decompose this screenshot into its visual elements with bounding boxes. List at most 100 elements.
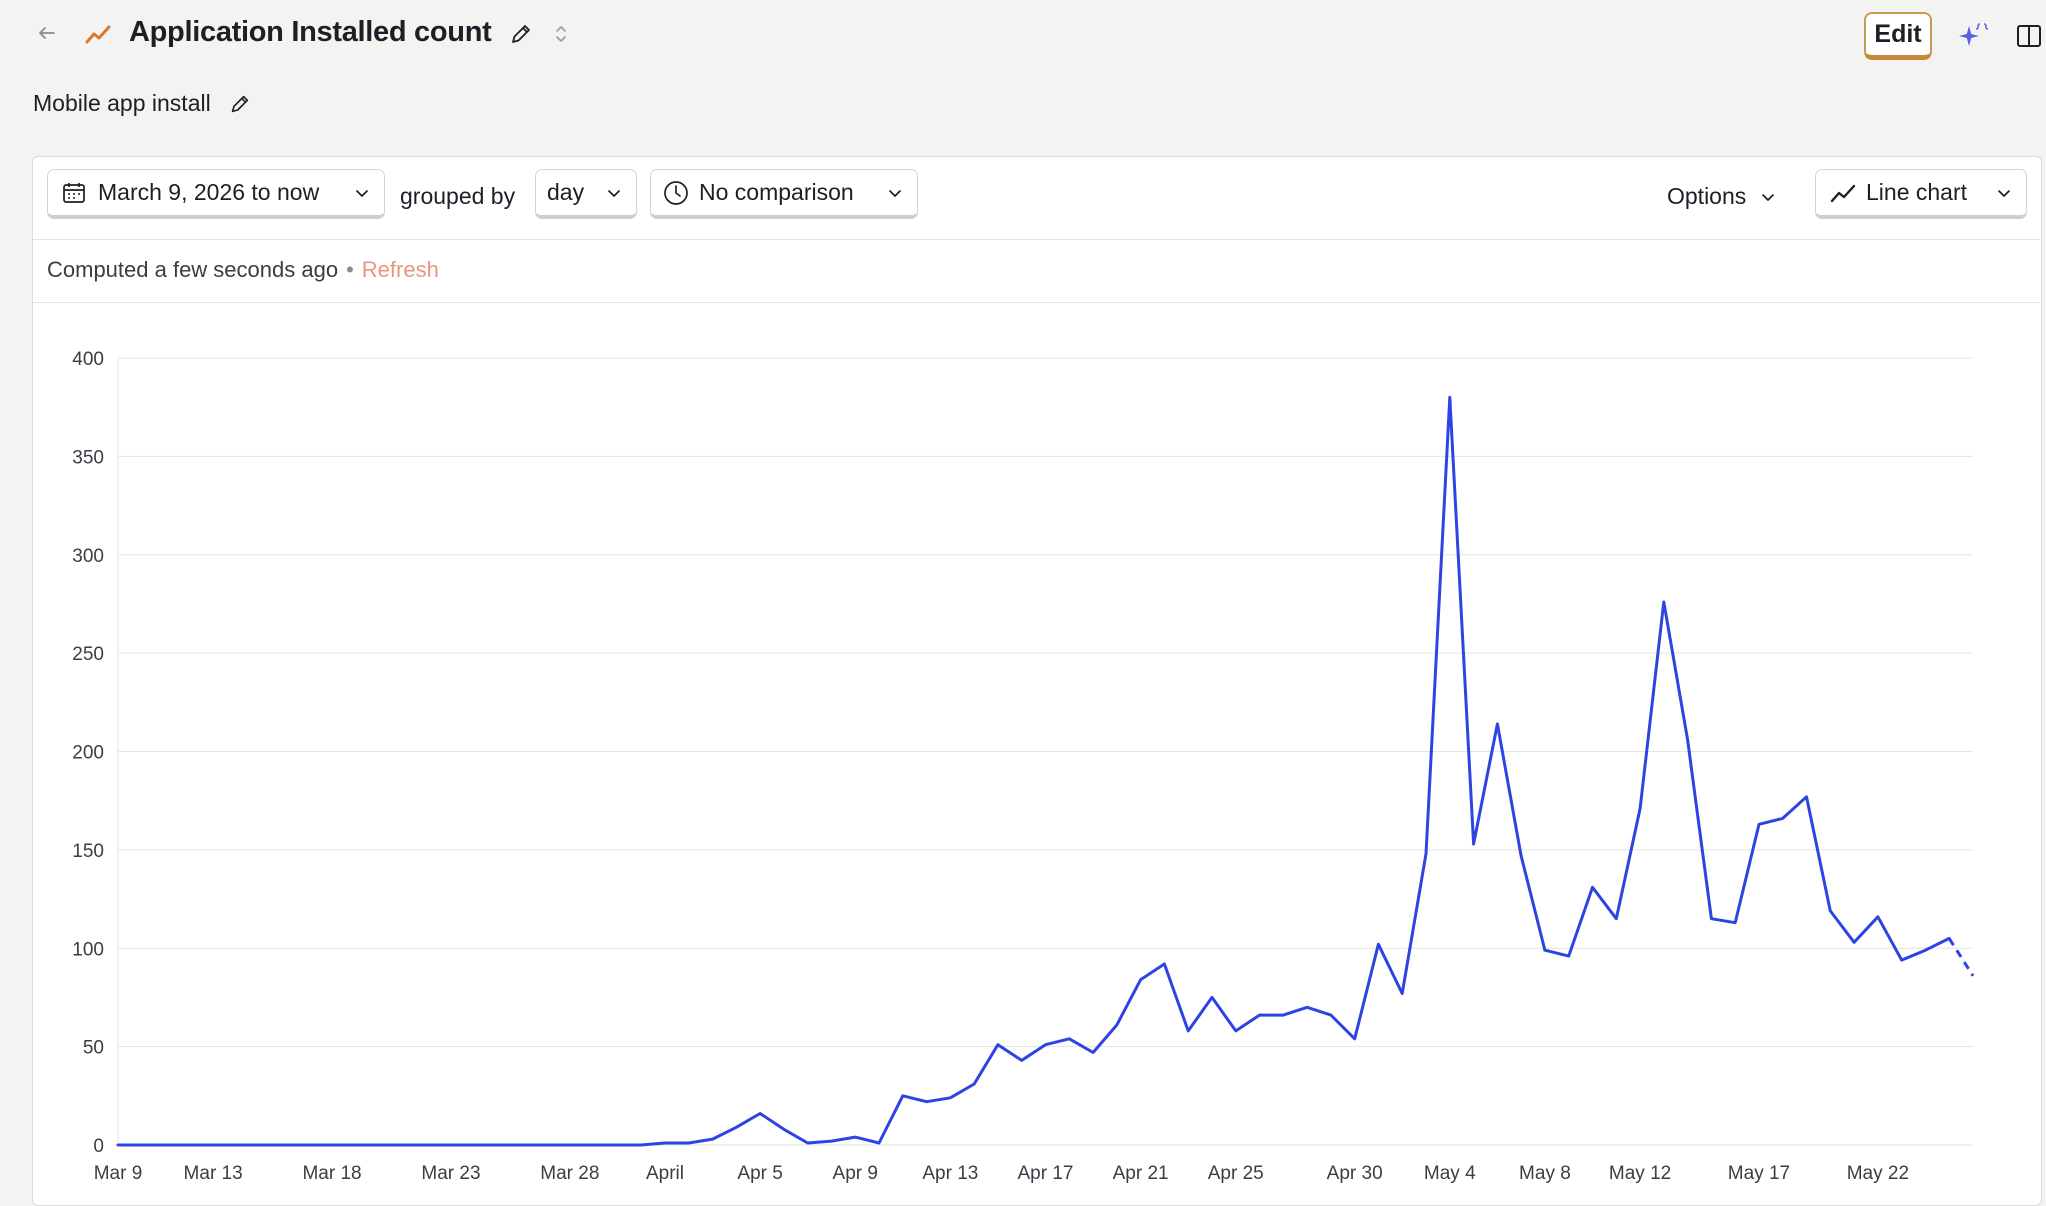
data-point[interactable] (1848, 936, 1860, 948)
data-point[interactable] (1919, 944, 1931, 956)
data-point[interactable] (1016, 1054, 1028, 1066)
edit-button[interactable]: Edit (1864, 12, 1932, 60)
data-point[interactable] (469, 1139, 481, 1151)
data-point[interactable] (326, 1139, 338, 1151)
data-point[interactable] (231, 1139, 243, 1151)
data-point[interactable] (1325, 1009, 1337, 1021)
data-point[interactable] (683, 1137, 695, 1149)
data-point[interactable] (1610, 913, 1622, 925)
data-point[interactable] (1372, 938, 1384, 950)
data-point[interactable] (1539, 944, 1551, 956)
series-line-incomplete[interactable] (1947, 937, 1975, 977)
data-point[interactable] (1824, 905, 1836, 917)
data-point[interactable] (350, 1139, 362, 1151)
data-point[interactable] (802, 1137, 814, 1149)
data-point[interactable] (207, 1139, 219, 1151)
data-point[interactable] (1801, 791, 1813, 803)
y-tick-label: 150 (72, 841, 104, 862)
data-point[interactable] (921, 1096, 933, 1108)
data-point[interactable] (183, 1139, 195, 1151)
data-point[interactable] (1396, 988, 1408, 1000)
data-point[interactable] (1967, 970, 1979, 982)
data-point[interactable] (136, 1139, 148, 1151)
data-point[interactable] (1658, 596, 1670, 608)
options-menu[interactable]: Options (1667, 183, 1776, 210)
data-point[interactable] (1563, 950, 1575, 962)
data-point[interactable] (1158, 958, 1170, 970)
side-panel-icon[interactable] (2016, 24, 2042, 48)
data-point[interactable] (611, 1139, 623, 1151)
data-point[interactable] (873, 1137, 885, 1149)
data-point[interactable] (1254, 1009, 1266, 1021)
data-point[interactable] (707, 1133, 719, 1145)
data-point[interactable] (1111, 1019, 1123, 1031)
data-point[interactable] (540, 1139, 552, 1151)
data-point[interactable] (1277, 1009, 1289, 1021)
data-point[interactable] (516, 1139, 528, 1151)
data-point[interactable] (255, 1139, 267, 1151)
data-point[interactable] (1040, 1039, 1052, 1051)
data-point[interactable] (1063, 1033, 1075, 1045)
data-point[interactable] (730, 1121, 742, 1133)
data-point[interactable] (635, 1139, 647, 1151)
data-point[interactable] (944, 1092, 956, 1104)
data-point[interactable] (1491, 718, 1503, 730)
data-point[interactable] (1753, 818, 1765, 830)
data-point[interactable] (992, 1039, 1004, 1051)
x-tick-label: May 4 (1424, 1163, 1476, 1184)
data-point[interactable] (278, 1139, 290, 1151)
data-point[interactable] (493, 1139, 505, 1151)
data-point[interactable] (659, 1137, 671, 1149)
data-point[interactable] (564, 1139, 576, 1151)
refresh-link[interactable]: Refresh (362, 257, 439, 282)
sparkle-ai-icon[interactable] (1956, 18, 1992, 54)
series-line[interactable] (116, 395, 1951, 1147)
x-tick-label: May 22 (1847, 1163, 1909, 1184)
data-point[interactable] (1777, 812, 1789, 824)
data-point[interactable] (1705, 913, 1717, 925)
data-point[interactable] (778, 1123, 790, 1135)
data-point[interactable] (1230, 1025, 1242, 1037)
data-point[interactable] (1729, 917, 1741, 929)
data-point[interactable] (1943, 932, 1955, 944)
data-point[interactable] (374, 1139, 386, 1151)
data-point[interactable] (1135, 974, 1147, 986)
pencil-icon[interactable] (228, 92, 252, 116)
data-point[interactable] (1349, 1033, 1361, 1045)
data-point[interactable] (897, 1090, 909, 1102)
data-point[interactable] (421, 1139, 433, 1151)
data-point[interactable] (445, 1139, 457, 1151)
data-point[interactable] (1087, 1047, 1099, 1059)
data-point[interactable] (1468, 838, 1480, 850)
arrow-left-icon[interactable] (36, 22, 58, 44)
data-point[interactable] (302, 1139, 314, 1151)
data-point[interactable] (112, 1139, 124, 1151)
comparison-select[interactable]: No comparison (650, 169, 918, 219)
data-point[interactable] (968, 1078, 980, 1090)
data-point[interactable] (1634, 803, 1646, 815)
data-point[interactable] (1206, 991, 1218, 1003)
data-point[interactable] (1301, 1001, 1313, 1013)
data-point[interactable] (754, 1108, 766, 1120)
data-point[interactable] (849, 1131, 861, 1143)
x-tick-label: Apr 9 (833, 1163, 878, 1184)
data-point[interactable] (1515, 850, 1527, 862)
date-range-button[interactable]: March 9, 2026 to now (47, 169, 385, 219)
data-point[interactable] (1896, 954, 1908, 966)
expand-icon[interactable] (552, 22, 570, 46)
data-point[interactable] (160, 1139, 172, 1151)
data-point[interactable] (1872, 911, 1884, 923)
data-point[interactable] (1420, 848, 1432, 860)
interval-select[interactable]: day (535, 169, 637, 219)
data-point[interactable] (397, 1139, 409, 1151)
data-point[interactable] (1586, 881, 1598, 893)
data-point[interactable] (1182, 1025, 1194, 1037)
data-point[interactable] (1444, 391, 1456, 403)
insight-description[interactable]: Mobile app install (33, 90, 211, 117)
data-point[interactable] (1682, 734, 1694, 746)
data-point[interactable] (825, 1135, 837, 1147)
data-point[interactable] (588, 1139, 600, 1151)
pencil-icon[interactable] (508, 21, 534, 47)
chart-type-select[interactable]: Line chart (1815, 169, 2027, 219)
date-range-label: March 9, 2026 to now (98, 179, 320, 205)
